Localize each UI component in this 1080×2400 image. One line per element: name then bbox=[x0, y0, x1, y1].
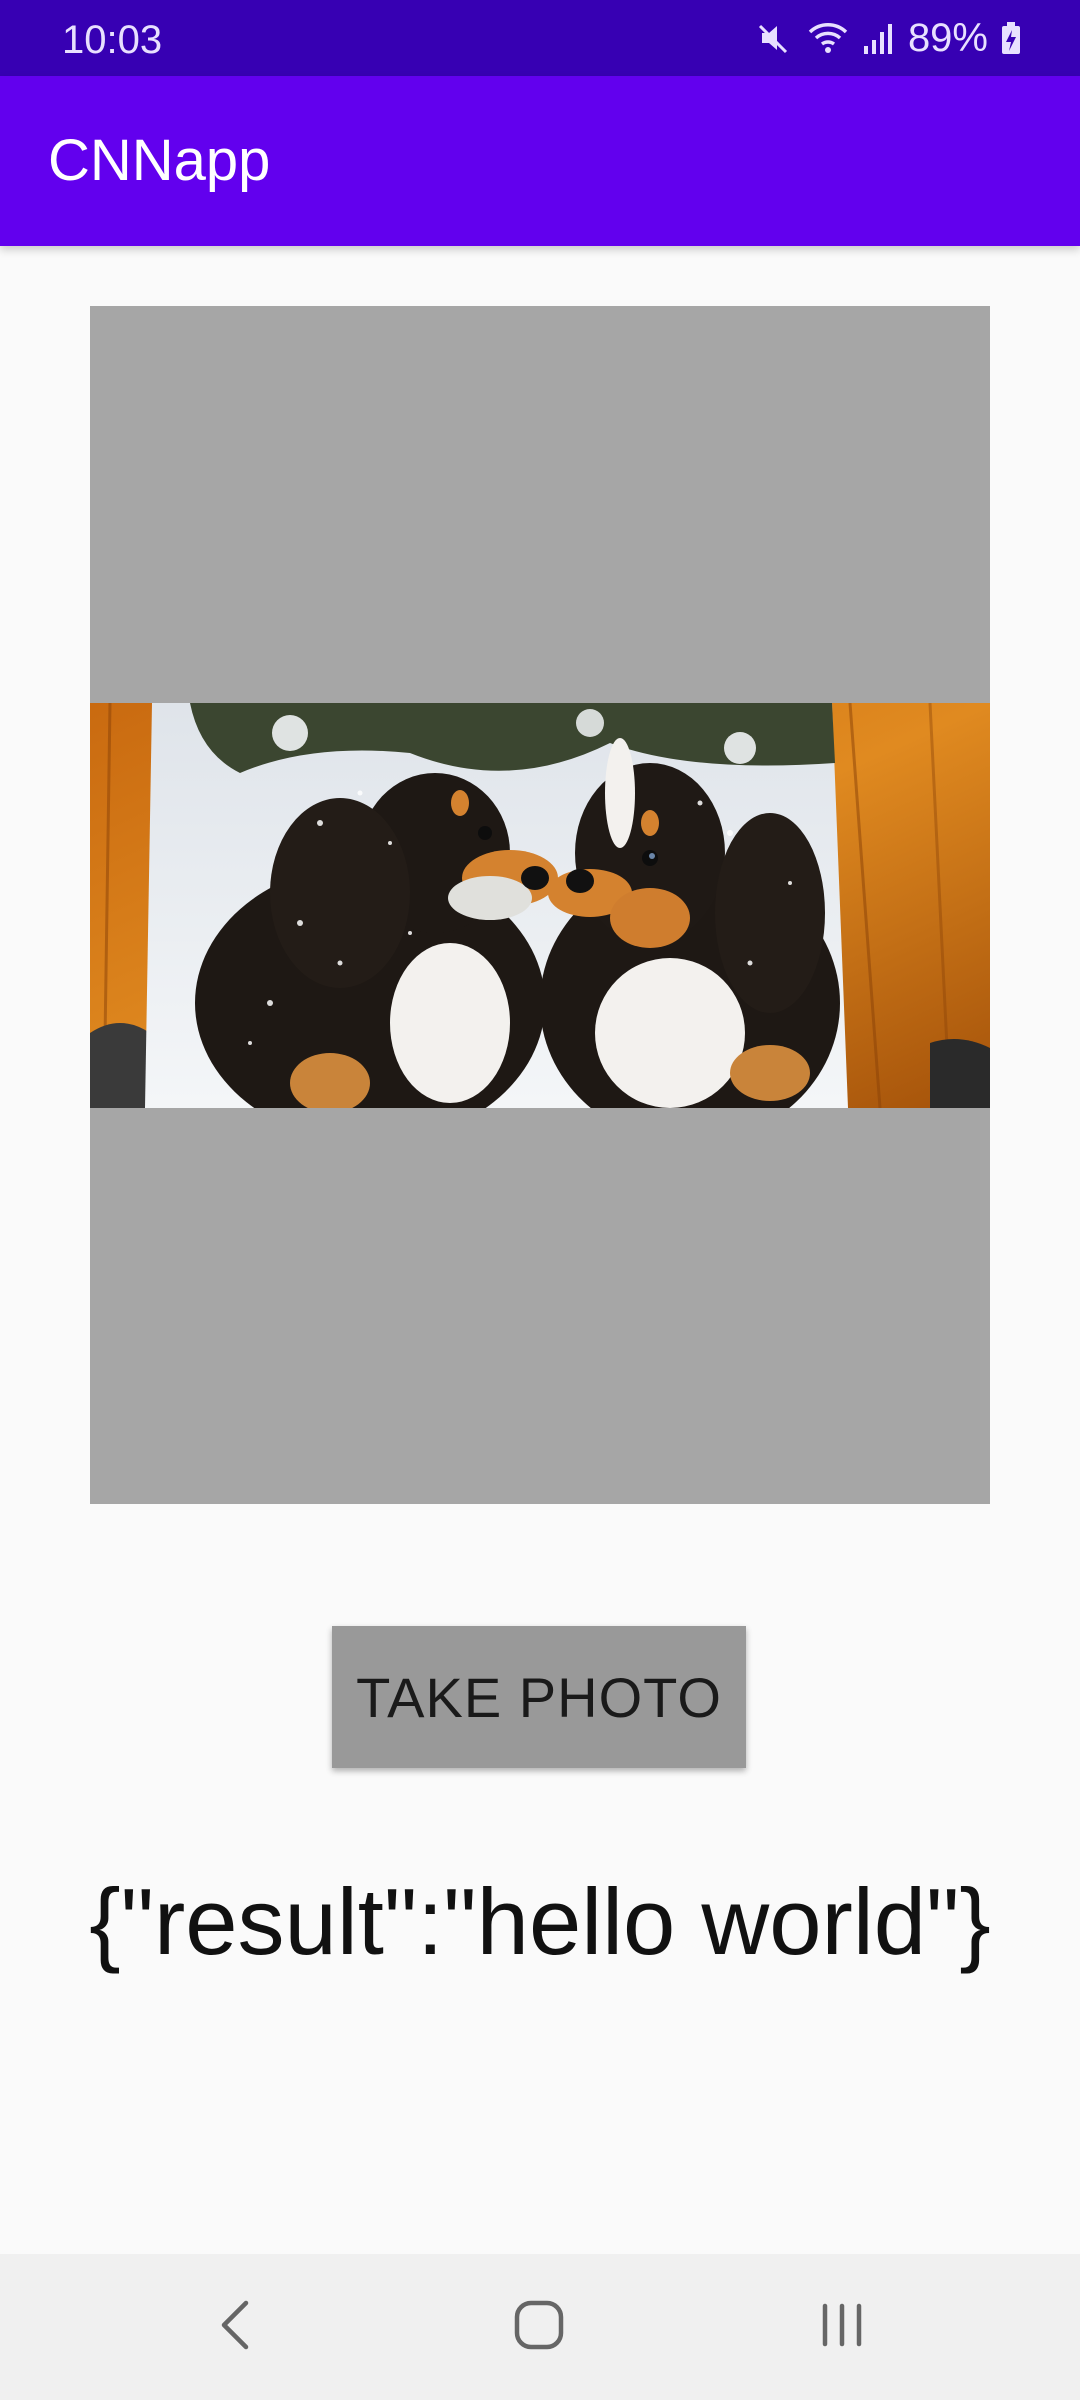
back-icon bbox=[216, 2297, 256, 2358]
home-button[interactable] bbox=[469, 2254, 609, 2400]
wifi-icon bbox=[806, 18, 850, 58]
recents-button[interactable] bbox=[772, 2254, 912, 2400]
status-icons: 89% bbox=[754, 16, 1022, 60]
captured-photo bbox=[90, 703, 990, 1108]
signal-icon bbox=[862, 18, 896, 58]
navigation-bar bbox=[0, 2254, 1080, 2400]
battery-percent: 89% bbox=[907, 16, 988, 60]
app-bar: CNNapp bbox=[0, 76, 1080, 246]
screen: 10:03 89% CNNapp TAKE PHOTO {"result":"h… bbox=[0, 0, 1080, 2400]
battery-charging-icon bbox=[1000, 18, 1022, 58]
back-button[interactable] bbox=[166, 2254, 306, 2400]
take-photo-button[interactable]: TAKE PHOTO bbox=[332, 1626, 746, 1768]
result-text: {"result":"hello world"} bbox=[89, 1869, 991, 1974]
mute-icon bbox=[754, 18, 794, 58]
home-icon bbox=[511, 2297, 567, 2358]
status-bar: 10:03 89% bbox=[0, 0, 1080, 76]
status-time: 10:03 bbox=[62, 18, 163, 62]
image-view bbox=[90, 306, 990, 1504]
recents-icon bbox=[817, 2300, 867, 2355]
app-title: CNNapp bbox=[48, 128, 271, 193]
